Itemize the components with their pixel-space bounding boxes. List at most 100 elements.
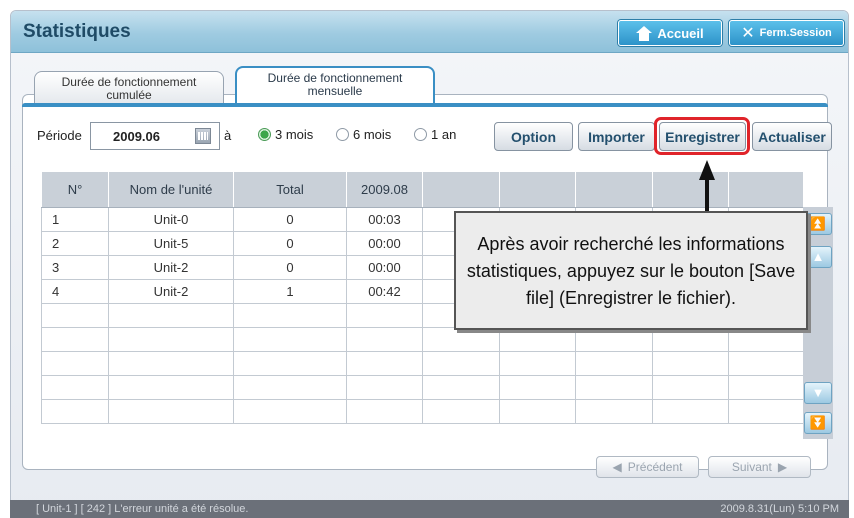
previous-button[interactable]: ◀ Précédent (596, 456, 699, 478)
column-header (422, 171, 500, 208)
scroll-bottom-button[interactable]: ⏬ (804, 412, 832, 434)
cell (499, 351, 576, 376)
cell (422, 375, 500, 400)
radio-1-year-label: 1 an (431, 127, 457, 142)
radio-1-year[interactable]: 1 an (414, 127, 456, 142)
status-datetime: 2009.8.31(Lun) 5:10 PM (720, 503, 839, 515)
column-header: Total (233, 171, 347, 208)
tab-monthly-label-2: mensuelle (307, 84, 363, 98)
cell (41, 399, 109, 424)
cell (728, 399, 804, 424)
cell: 4 (41, 279, 109, 304)
cell: 3 (41, 255, 109, 280)
page-title: Statistiques (23, 21, 131, 42)
cell: 0 (233, 255, 347, 280)
option-button[interactable]: Option (494, 122, 573, 151)
table-row[interactable] (41, 351, 804, 376)
cell: 0 (233, 231, 347, 256)
cell (422, 399, 500, 424)
cell (652, 399, 729, 424)
next-button[interactable]: Suivant ▶ (708, 456, 811, 478)
period-field[interactable]: 2009.06 (90, 122, 220, 150)
tab-cumulative[interactable]: Durée de fonctionnement cumulée (34, 71, 224, 107)
import-button[interactable]: Importer (578, 122, 655, 151)
cell (422, 327, 500, 352)
to-label: à (224, 128, 232, 143)
column-header (499, 171, 576, 208)
cell (346, 351, 423, 376)
next-button-label: Suivant (731, 460, 772, 474)
cell (233, 303, 347, 328)
cell (575, 399, 653, 424)
cell (575, 327, 653, 352)
save-button-highlight (654, 117, 750, 155)
previous-button-label: Précédent (627, 460, 683, 474)
cell (108, 327, 234, 352)
column-header: N° (41, 171, 109, 208)
tab-underline (22, 103, 828, 107)
cell: 2 (41, 231, 109, 256)
radio-unselected-icon (336, 128, 349, 141)
cell (422, 351, 500, 376)
chevron-left-icon: ◀ (612, 460, 622, 474)
logout-button[interactable]: ✕ Ferm.Session (729, 20, 844, 46)
cell (728, 375, 804, 400)
cell (108, 399, 234, 424)
title-bar: Statistiques Accueil ✕ Ferm.Session (11, 11, 848, 53)
cell (108, 303, 234, 328)
status-bar: [ Unit-1 ] [ 242 ] L'erreur unité a été … (10, 500, 849, 518)
cell: 00:42 (346, 279, 423, 304)
cell (346, 375, 423, 400)
table-row[interactable] (41, 327, 804, 352)
column-header (652, 171, 729, 208)
status-message: [ Unit-1 ] [ 242 ] L'erreur unité a été … (36, 503, 249, 515)
column-header: Nom de l'unité (108, 171, 234, 208)
callout-arrow (705, 178, 709, 213)
cell (346, 399, 423, 424)
cell (652, 327, 729, 352)
chevron-right-icon: ▶ (777, 460, 788, 474)
cell (575, 375, 653, 400)
cell (346, 327, 423, 352)
cell (41, 351, 109, 376)
close-icon: ✕ (741, 25, 755, 42)
home-button-label: Accueil (657, 25, 704, 41)
scroll-top-button[interactable]: ⏫ (804, 213, 832, 235)
home-button[interactable]: Accueil (618, 20, 722, 46)
radio-6-months-label: 6 mois (353, 127, 392, 142)
column-header (575, 171, 653, 208)
cell: Unit-5 (108, 231, 234, 256)
tab-monthly[interactable]: Durée de fonctionnement mensuelle (235, 66, 435, 107)
period-value: 2009.06 (113, 129, 160, 144)
cell: Unit-2 (108, 279, 234, 304)
cell (499, 375, 576, 400)
refresh-button[interactable]: Actualiser (752, 122, 832, 151)
cell (41, 375, 109, 400)
scroll-down-button[interactable]: ▼ (804, 382, 832, 404)
cell: 00:00 (346, 255, 423, 280)
cell (346, 303, 423, 328)
table-row[interactable] (41, 375, 804, 400)
period-label: Période (37, 128, 82, 143)
scroll-up-button[interactable]: ▲ (804, 246, 832, 268)
tab-cumulative-label-2: cumulée (106, 88, 152, 102)
column-header: 2009.08 (346, 171, 423, 208)
cell (728, 327, 804, 352)
cell (108, 375, 234, 400)
cell: 0 (233, 207, 347, 232)
radio-6-months[interactable]: 6 mois (336, 127, 391, 142)
radio-unselected-icon (414, 128, 427, 141)
cell: 1 (41, 207, 109, 232)
home-icon (636, 25, 653, 41)
calendar-icon[interactable] (195, 128, 211, 144)
cell (499, 327, 576, 352)
cell: 1 (233, 279, 347, 304)
cell: 00:03 (346, 207, 423, 232)
cell (233, 399, 347, 424)
radio-3-months[interactable]: 3 mois (258, 127, 313, 142)
callout-arrow-head (699, 160, 715, 180)
cell: Unit-2 (108, 255, 234, 280)
table-row[interactable] (41, 399, 804, 424)
cell (233, 351, 347, 376)
cell (575, 351, 653, 376)
